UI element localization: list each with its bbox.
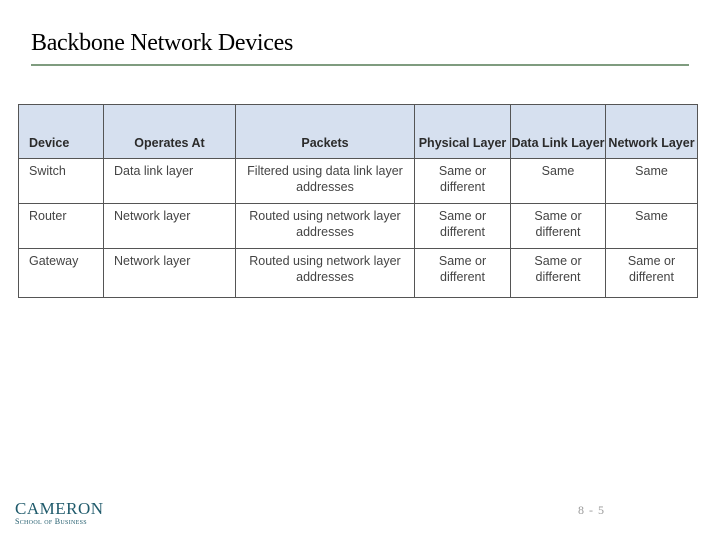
logo-subtitle: School of Business	[15, 517, 87, 526]
header-packets: Packets	[235, 104, 415, 159]
cell-physical-layer: Same or different	[414, 158, 511, 204]
slide-title: Backbone Network Devices	[31, 30, 294, 56]
cell-packets: Routed using network layer addresses	[235, 203, 415, 249]
devices-table: Device Operates At Packets Physical Laye…	[18, 104, 698, 298]
cell-network-layer: Same	[605, 203, 698, 249]
header-data-link-layer: Data Link Layer	[510, 104, 606, 159]
cameron-logo: CAMERON School of Business	[15, 500, 104, 527]
cell-physical-layer: Same or different	[414, 203, 511, 249]
cell-device: Router	[18, 203, 104, 249]
cell-network-layer: Same or different	[605, 248, 698, 298]
table-row: Switch Data link layer Filtered using da…	[18, 158, 698, 204]
cell-device: Switch	[18, 158, 104, 204]
table-header-row: Device Operates At Packets Physical Laye…	[18, 104, 698, 159]
cell-operates-at: Network layer	[103, 248, 236, 298]
table-row: Router Network layer Routed using networ…	[18, 203, 698, 249]
header-network-layer: Network Layer	[605, 104, 698, 159]
logo-name: CAMERON	[15, 499, 104, 518]
cell-packets: Routed using network layer addresses	[235, 248, 415, 298]
header-device: Device	[18, 104, 104, 159]
table-row: Gateway Network layer Routed using netwo…	[18, 248, 698, 298]
cell-network-layer: Same	[605, 158, 698, 204]
title-divider	[31, 64, 689, 66]
cell-physical-layer: Same or different	[414, 248, 511, 298]
cell-device: Gateway	[18, 248, 104, 298]
cell-data-link-layer: Same or different	[510, 203, 606, 249]
cell-data-link-layer: Same	[510, 158, 606, 204]
cell-operates-at: Network layer	[103, 203, 236, 249]
header-physical-layer: Physical Layer	[414, 104, 511, 159]
page-number: 8 - 5	[578, 503, 605, 517]
cell-packets: Filtered using data link layer addresses	[235, 158, 415, 204]
header-operates-at: Operates At	[103, 104, 236, 159]
cell-data-link-layer: Same or different	[510, 248, 606, 298]
cell-operates-at: Data link layer	[103, 158, 236, 204]
